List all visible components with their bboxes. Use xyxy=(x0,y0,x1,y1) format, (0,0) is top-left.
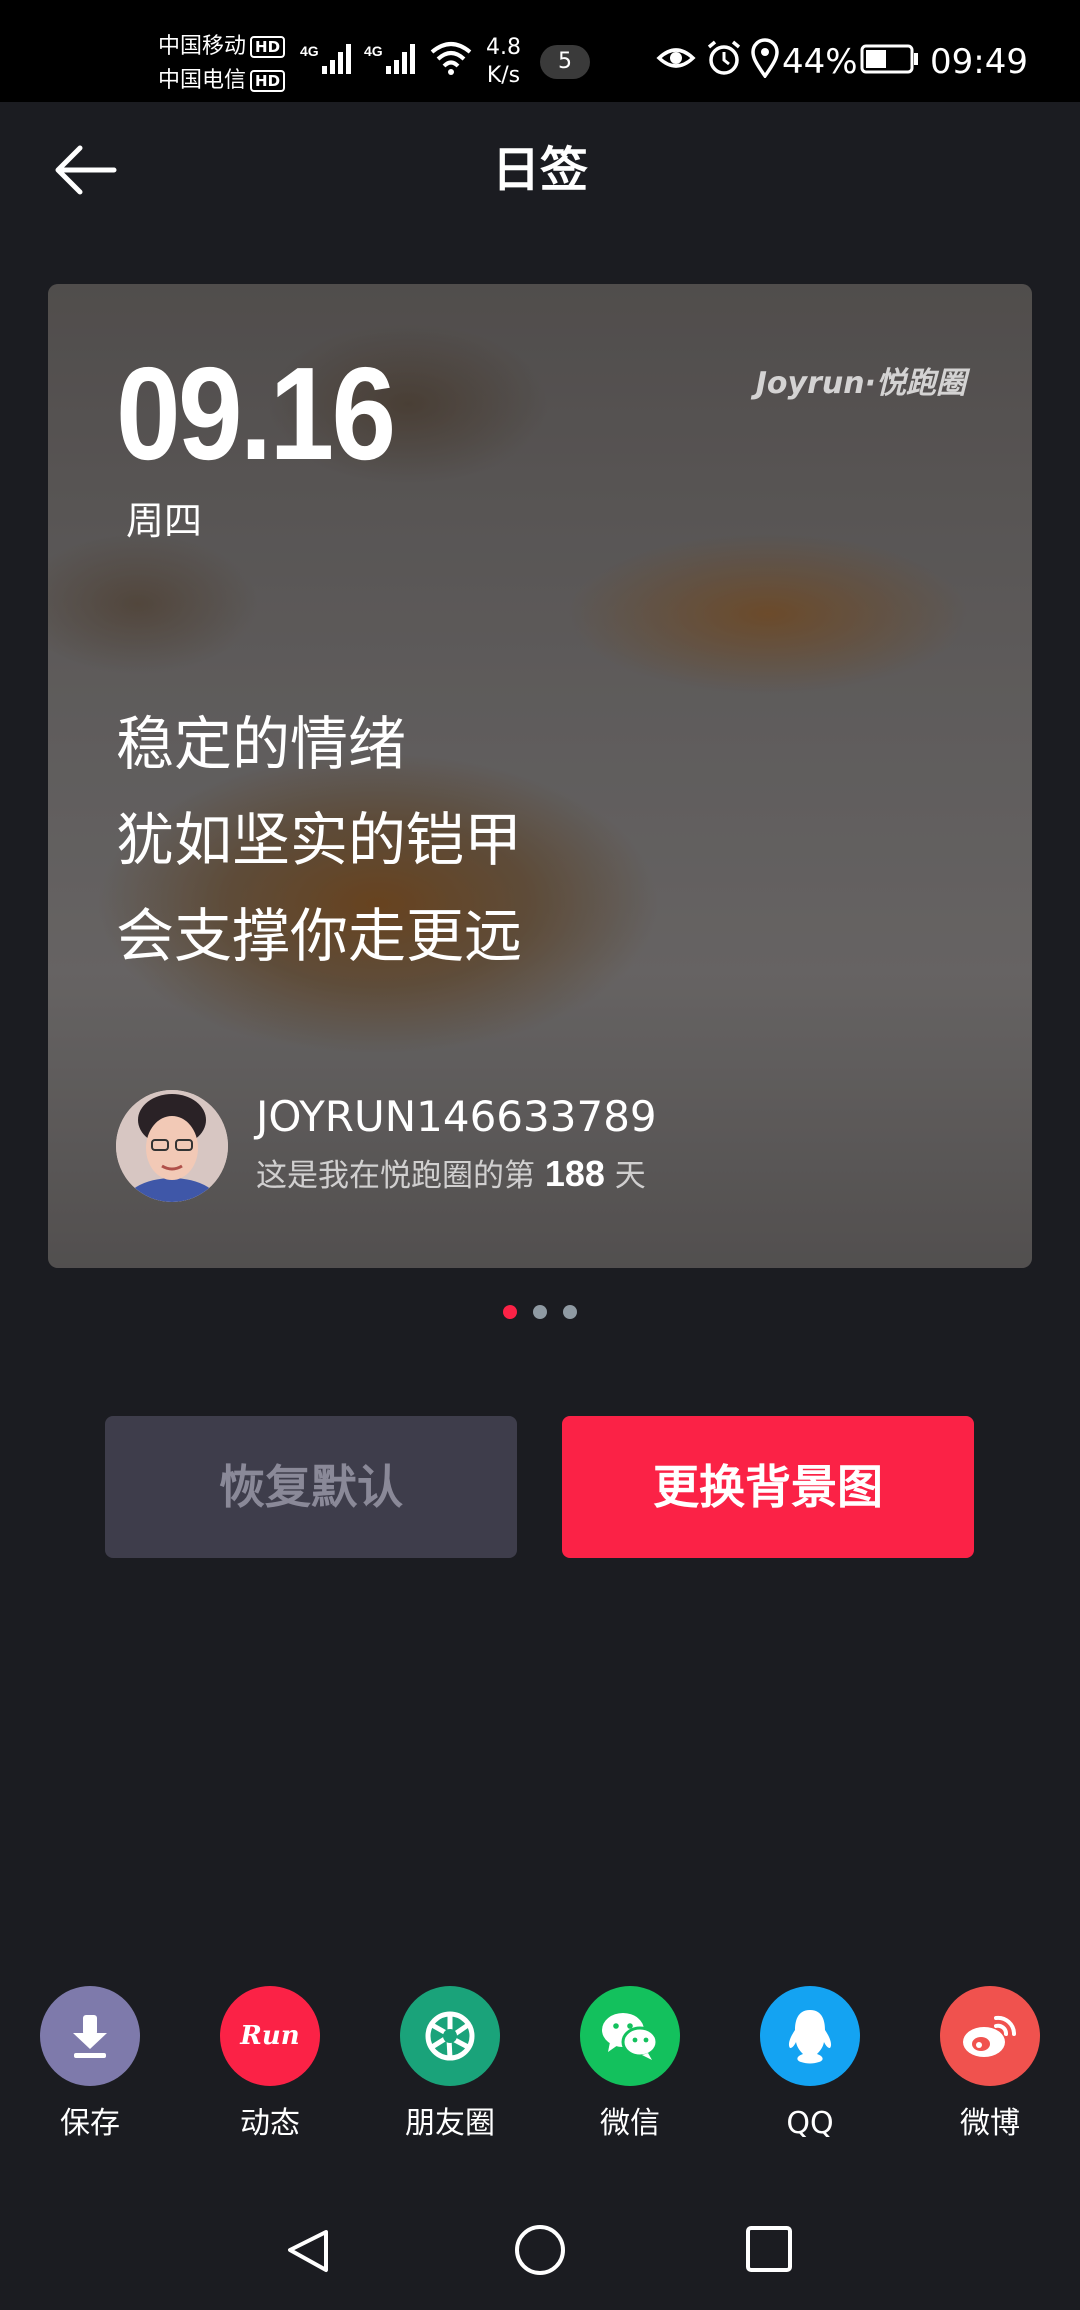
share-label: 动态 xyxy=(240,2106,300,2141)
joyrun-logo: Joyrun·悦跑圈 xyxy=(755,366,966,401)
page-indicator xyxy=(0,1305,1080,1319)
wechat-icon xyxy=(602,2013,659,2060)
run-icon: Run xyxy=(239,2021,299,2051)
card-quote: 稳定的情绪 犹如坚实的铠甲 会支撑你走更远 xyxy=(116,696,522,984)
eye-comfort-icon xyxy=(656,48,696,68)
share-circle[interactable] xyxy=(940,1986,1040,2086)
quote-line: 会支撑你走更远 xyxy=(116,902,523,970)
nav-back-icon[interactable] xyxy=(288,2228,328,2272)
qq-icon xyxy=(788,2010,832,2064)
system-nav-bar xyxy=(288,2225,792,2275)
share-qq[interactable]: QQ xyxy=(760,1986,860,2144)
page-title: 日签 xyxy=(491,142,588,198)
card-date: 09.16 xyxy=(116,340,396,487)
clock: 09:49 xyxy=(930,42,1028,82)
days-suffix: 天 xyxy=(614,1158,646,1194)
wifi-icon xyxy=(430,42,472,75)
share-save[interactable]: 保存 xyxy=(40,1986,140,2144)
run-icon-text: Run xyxy=(239,2021,299,2051)
page-dot[interactable] xyxy=(563,1305,577,1319)
reset-default-button[interactable]: 恢复默认 xyxy=(105,1416,517,1558)
share-moments[interactable]: 朋友圈 xyxy=(400,1986,500,2144)
days-count-text: 这是我在悦跑圈的第 188 天 xyxy=(256,1152,646,1198)
share-circle[interactable] xyxy=(580,1986,680,2086)
cell-signal-icon: 4G xyxy=(300,43,351,74)
change-background-button[interactable]: 更换背景图 xyxy=(562,1416,974,1558)
battery-icon xyxy=(860,44,918,74)
net-speed: 4.8 K/s xyxy=(486,34,521,90)
download-icon xyxy=(73,2015,107,2058)
share-weibo[interactable]: 微博 xyxy=(940,1986,1040,2144)
share-label: 朋友圈 xyxy=(405,2106,495,2141)
avatar xyxy=(116,1090,228,1202)
carrier-info: 中国移动 HD 中国电信 HD xyxy=(158,30,286,98)
hd-badge: HD xyxy=(250,70,286,92)
username: JOYRUN146633789 xyxy=(256,1092,657,1141)
moments-icon xyxy=(425,2011,475,2061)
net-speed-value: 4.8 xyxy=(486,35,521,60)
nav-home-icon[interactable] xyxy=(515,2225,565,2275)
carrier-2: 中国电信 xyxy=(158,68,247,93)
network-type: 4G xyxy=(300,43,319,59)
share-circle[interactable]: Run xyxy=(220,1986,320,2086)
net-speed-unit: K/s xyxy=(486,63,521,88)
share-circle[interactable] xyxy=(40,1986,140,2086)
card-weekday: 周四 xyxy=(126,499,203,543)
location-icon xyxy=(751,38,779,78)
page-dot[interactable] xyxy=(533,1305,547,1319)
nav-recents-icon[interactable] xyxy=(746,2226,792,2272)
notification-count-badge: 5 xyxy=(540,45,590,79)
alarm-icon xyxy=(707,40,741,75)
carrier-1: 中国移动 xyxy=(158,34,247,59)
weibo-icon xyxy=(963,2015,1017,2057)
share-wechat[interactable]: 微信 xyxy=(580,1986,680,2144)
hd-badge: HD xyxy=(250,36,286,58)
share-circle[interactable] xyxy=(760,1986,860,2086)
network-type: 4G xyxy=(364,43,383,59)
quote-line: 犹如坚实的铠甲 xyxy=(116,806,523,874)
page-dot-active[interactable] xyxy=(503,1305,517,1319)
battery-percent: 44% xyxy=(782,42,858,82)
status-bar: 中国移动 HD 中国电信 HD 4G 4G 4.8 K/s 5 44% 09:4… xyxy=(0,0,1080,102)
cell-signal-icon-2: 4G xyxy=(364,43,415,74)
quote-line: 稳定的情绪 xyxy=(116,710,407,778)
share-label: 保存 xyxy=(60,2106,120,2141)
days-count: 188 xyxy=(544,1153,605,1194)
share-circle[interactable] xyxy=(400,1986,500,2086)
share-feed[interactable]: Run 动态 xyxy=(220,1986,320,2144)
share-label: 微博 xyxy=(960,2106,1020,2141)
daily-sign-card: 09.16 周四 Joyrun·悦跑圈 稳定的情绪 犹如坚实的铠甲 会支撑你走更… xyxy=(48,284,1032,1268)
share-label: 微信 xyxy=(600,2106,660,2141)
share-label: QQ xyxy=(786,2106,834,2141)
days-prefix: 这是我在悦跑圈的第 xyxy=(256,1158,535,1194)
